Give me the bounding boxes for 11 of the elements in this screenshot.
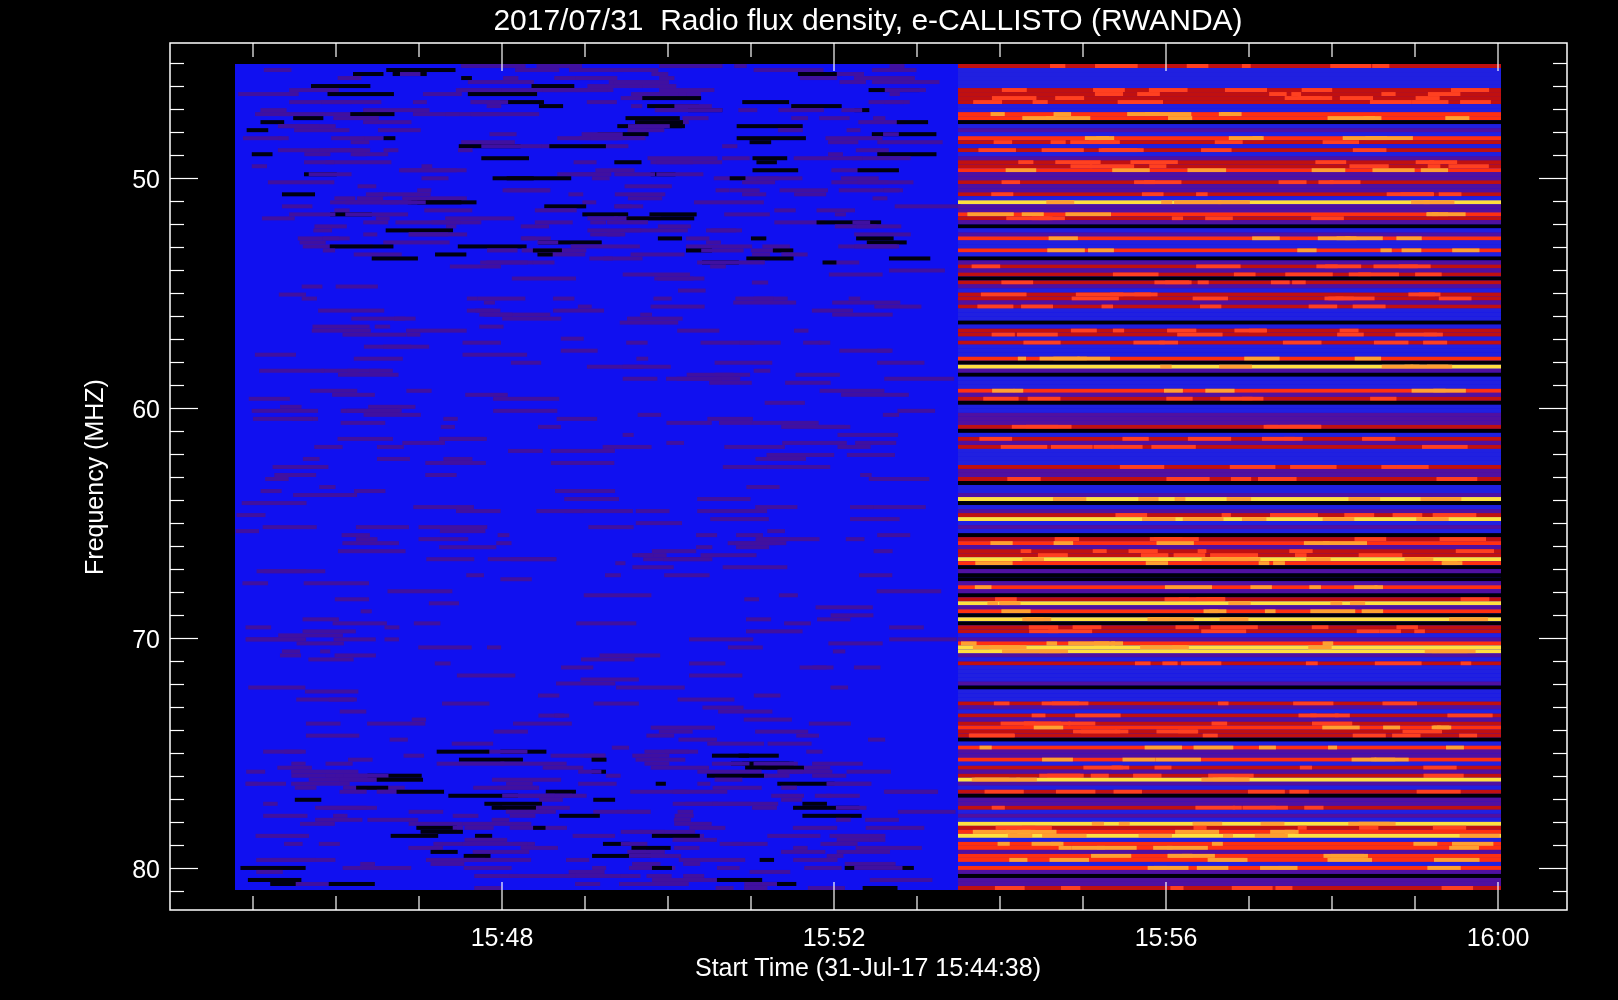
x-axis-label: Start Time (31-Jul-17 15:44:38) (695, 953, 1041, 981)
x-tick-label: 16:00 (1466, 923, 1530, 951)
y-tick-label: 70 (132, 624, 160, 653)
y-tick-label: 50 (132, 164, 160, 193)
y-tick-label: 80 (132, 854, 160, 883)
x-tick-label: 15:48 (470, 923, 534, 951)
x-tick-label: 15:52 (802, 923, 866, 951)
y-axis-label: Frequency (MHZ) (80, 379, 108, 575)
plot-title: 2017/07/31 Radio flux density, e-CALLISTO (RWANDA) (493, 3, 1243, 36)
y-tick-label: 60 (132, 394, 160, 423)
x-tick-label: 15:56 (1134, 923, 1198, 951)
